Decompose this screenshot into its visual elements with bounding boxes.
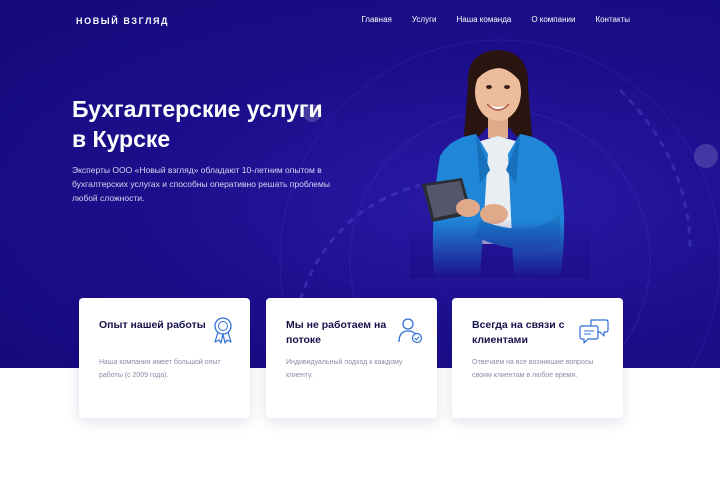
feature-card-title: Мы не работаем на потоке bbox=[286, 319, 387, 346]
hero-title-line2: в Курске bbox=[72, 126, 171, 152]
chat-bubbles-icon bbox=[579, 319, 609, 344]
nav-link-home[interactable]: Главная bbox=[361, 15, 391, 24]
top-navigation: НОВЫЙ ВЗГЛЯД Главная Услуги Наша команда… bbox=[0, 0, 720, 42]
feature-card-title: Всегда на связи с клиентами bbox=[472, 319, 565, 346]
feature-card-individual: Мы не работаем на потоке Индивидуальный … bbox=[266, 298, 437, 418]
feature-card-experience: Опыт нашей работы Наша компания имеет бо… bbox=[79, 298, 250, 418]
nav-link-about[interactable]: О компании bbox=[531, 15, 575, 24]
user-check-icon bbox=[398, 318, 423, 344]
consultant-photo bbox=[410, 44, 590, 278]
nav-link-contacts[interactable]: Контакты bbox=[595, 15, 630, 24]
hero-title: Бухгалтерские услуги в Курске bbox=[72, 94, 372, 154]
award-ribbon-icon bbox=[214, 317, 232, 344]
nav-link-services[interactable]: Услуги bbox=[412, 15, 437, 24]
feature-card-text: Отвечаем на все возникшие вопросы своим … bbox=[472, 359, 594, 379]
nav-link-team[interactable]: Наша команда bbox=[456, 15, 511, 24]
hero-description: Эксперты ООО «Новый взгляд» обладают 10-… bbox=[72, 165, 330, 203]
feature-card-text: Наша компания имеет большой опыт работы … bbox=[99, 359, 221, 379]
feature-card-title: Опыт нашей работы bbox=[99, 319, 206, 331]
feature-card-support: Всегда на связи с клиентами Отвечаем на … bbox=[452, 298, 623, 418]
brand-logo[interactable]: НОВЫЙ ВЗГЛЯД bbox=[76, 16, 169, 26]
main-menu: Главная Услуги Наша команда О компании К… bbox=[361, 15, 630, 24]
hero-title-line1: Бухгалтерские услуги bbox=[72, 96, 323, 122]
feature-card-text: Индивидуальный подход к каждому клиенту. bbox=[286, 359, 403, 379]
